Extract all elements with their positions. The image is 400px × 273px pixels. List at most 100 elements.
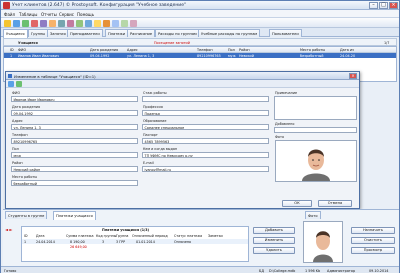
cancel-button[interactable]: Отмена (318, 200, 352, 207)
added-field[interactable] (274, 127, 357, 133)
dialog-close-button[interactable]: × (349, 72, 357, 79)
filter-icon[interactable] (49, 19, 56, 27)
maximize-button[interactable]: □ (379, 2, 388, 9)
phone-label: Телефон (12, 133, 28, 137)
calendar-icon[interactable] (112, 19, 119, 27)
address-field[interactable]: ул. Ленина 1, 3 (11, 124, 138, 130)
add-payment-button[interactable]: Добавить (253, 227, 295, 234)
export-icon[interactable] (76, 19, 83, 27)
phone-field[interactable]: 89210996765 (11, 138, 138, 144)
col-address[interactable]: Адрес (127, 48, 138, 52)
cell-birth: 09.04.1992 (90, 54, 110, 58)
col-sex[interactable]: Пол (228, 48, 235, 52)
clear-photo-button[interactable]: Очистить (351, 237, 395, 244)
view-photo-button[interactable]: Просмотр (351, 247, 395, 254)
print-icon[interactable] (67, 19, 74, 27)
tab-students-in-group[interactable]: Студенты в группе (5, 211, 48, 219)
tab-groups[interactable]: Группы (28, 29, 49, 37)
passport-field[interactable]: 4565 7899563 (142, 138, 269, 144)
nav-arrows[interactable]: ◄ ► (5, 227, 19, 233)
users-icon[interactable] (121, 19, 128, 27)
tab-schedule[interactable]: Расписание (127, 29, 156, 37)
add-icon[interactable] (22, 19, 29, 27)
study-field[interactable] (142, 96, 269, 102)
cell-date: 24.04.2014 (36, 239, 55, 244)
tab-users[interactable]: Пользователи (269, 29, 302, 37)
issued-field[interactable]: ТП УФМС по Невскому р-ну (142, 152, 269, 158)
ok-button[interactable]: ОК (282, 200, 312, 207)
tab-lessons[interactable]: Занятия (47, 29, 69, 37)
delete-payment-button[interactable]: Удалить (253, 247, 295, 254)
fio-field[interactable]: Иванов Иван Иванович (11, 96, 138, 102)
tab-teachers[interactable]: Преподаватели (67, 29, 103, 37)
col-group[interactable]: Группа (116, 234, 128, 238)
title-bar: Учет клиентов (2.647) © Prostoysoft. Кон… (1, 1, 399, 10)
edit-icon[interactable] (40, 19, 47, 27)
star-icon[interactable] (94, 19, 101, 27)
tab-group-expenses[interactable]: Расходы по группам (155, 29, 200, 37)
settings-icon[interactable] (130, 19, 137, 27)
col-id[interactable]: ID (10, 48, 14, 52)
dialog-icon (8, 74, 12, 78)
col-amount[interactable]: Сумма платежа (66, 234, 94, 238)
col-phone[interactable]: Телефон (197, 48, 213, 52)
col-fio[interactable]: ФИО (18, 48, 26, 52)
assign-photo-button[interactable]: Назначить (351, 227, 395, 234)
col-id[interactable]: ID (24, 234, 28, 238)
delete-icon[interactable] (31, 19, 38, 27)
col-date[interactable]: Дата (36, 234, 45, 238)
close-button[interactable]: × (389, 2, 398, 9)
grid-header-bar: Учащиеся Посещение занятий 1/7 (3, 38, 397, 46)
col-date[interactable]: Дата из (340, 48, 354, 52)
note-field[interactable] (274, 96, 357, 120)
save-icon[interactable] (13, 19, 20, 27)
col-status[interactable]: Статус платежа (174, 234, 202, 238)
cell-status: Оплачено (174, 239, 192, 244)
status-bar: Готово БД D:\College.mdb 1 596 Kb Админи… (1, 266, 399, 273)
birth-field[interactable]: 09.04.1992 (11, 110, 138, 116)
cell-sex: муж (228, 54, 236, 58)
student-photo[interactable] (275, 140, 357, 182)
copy-icon[interactable] (16, 81, 22, 87)
menu-help[interactable]: Помощь (77, 12, 94, 17)
tab-payments[interactable]: Платежи (105, 29, 129, 37)
menu-service[interactable]: Сервис (59, 12, 74, 17)
education-select[interactable]: Среднее специальное (142, 124, 269, 130)
refresh-icon[interactable] (85, 19, 92, 27)
sex-select[interactable]: муж (11, 152, 138, 158)
search-icon[interactable] (58, 19, 65, 27)
menu-bar: Файл Таблицы Отчеты Сервис Помощь (1, 10, 399, 18)
person-photo-icon (313, 231, 333, 262)
col-district[interactable]: Район (239, 48, 250, 52)
work-field[interactable]: безработный (11, 180, 138, 186)
save-icon[interactable] (8, 81, 14, 87)
dialog-title-bar: Изменение в таблице "Учащиеся" (ID=1) × (6, 72, 359, 80)
tab-study-expenses[interactable]: Учебные расходы по группам (198, 29, 261, 37)
col-period[interactable]: Оплаченный период (132, 234, 168, 238)
filter-label[interactable]: Посещение занятий (154, 41, 190, 45)
menu-reports[interactable]: Отчеты (41, 12, 57, 17)
edit-payment-button[interactable]: Изменить (253, 237, 295, 244)
email-field[interactable]: ivanov@mail.ru (142, 166, 269, 172)
tab-photo[interactable]: Фото (305, 211, 321, 219)
col-birth[interactable]: Дата рождения (90, 48, 118, 52)
tab-payments[interactable]: Платежи учащихся (53, 211, 96, 220)
tab-students[interactable]: Учащиеся (3, 29, 28, 38)
payments-grid: Платежи учащихся (1/3) ID Дата Сумма пла… (21, 226, 249, 262)
col-notes[interactable]: Заметки (208, 234, 223, 238)
col-group-code[interactable]: Код группы (96, 234, 116, 238)
table-row[interactable]: 1 24.04.2014 8 190,00 3 3 ГРР 01.01.2014… (22, 239, 248, 244)
menu-file[interactable]: Файл (4, 12, 15, 17)
table-row[interactable]: 1 Иванов Иван Иванович 09.04.1992 ул. Ле… (4, 53, 396, 58)
profession-field[interactable]: Поденья (142, 110, 269, 116)
minimize-button[interactable]: – (369, 2, 378, 9)
person-photo-icon (276, 141, 356, 181)
chart-icon[interactable] (103, 19, 110, 27)
status-ready: Готово (4, 268, 17, 273)
cell-id: 1 (10, 54, 13, 58)
folder-icon[interactable] (4, 19, 11, 27)
menu-tables[interactable]: Таблицы (19, 12, 37, 17)
district-field[interactable]: Невский район (11, 166, 138, 172)
col-work[interactable]: Место работы (300, 48, 325, 52)
edit-dialog: Изменение в таблице "Учащиеся" (ID=1) × … (5, 71, 360, 209)
